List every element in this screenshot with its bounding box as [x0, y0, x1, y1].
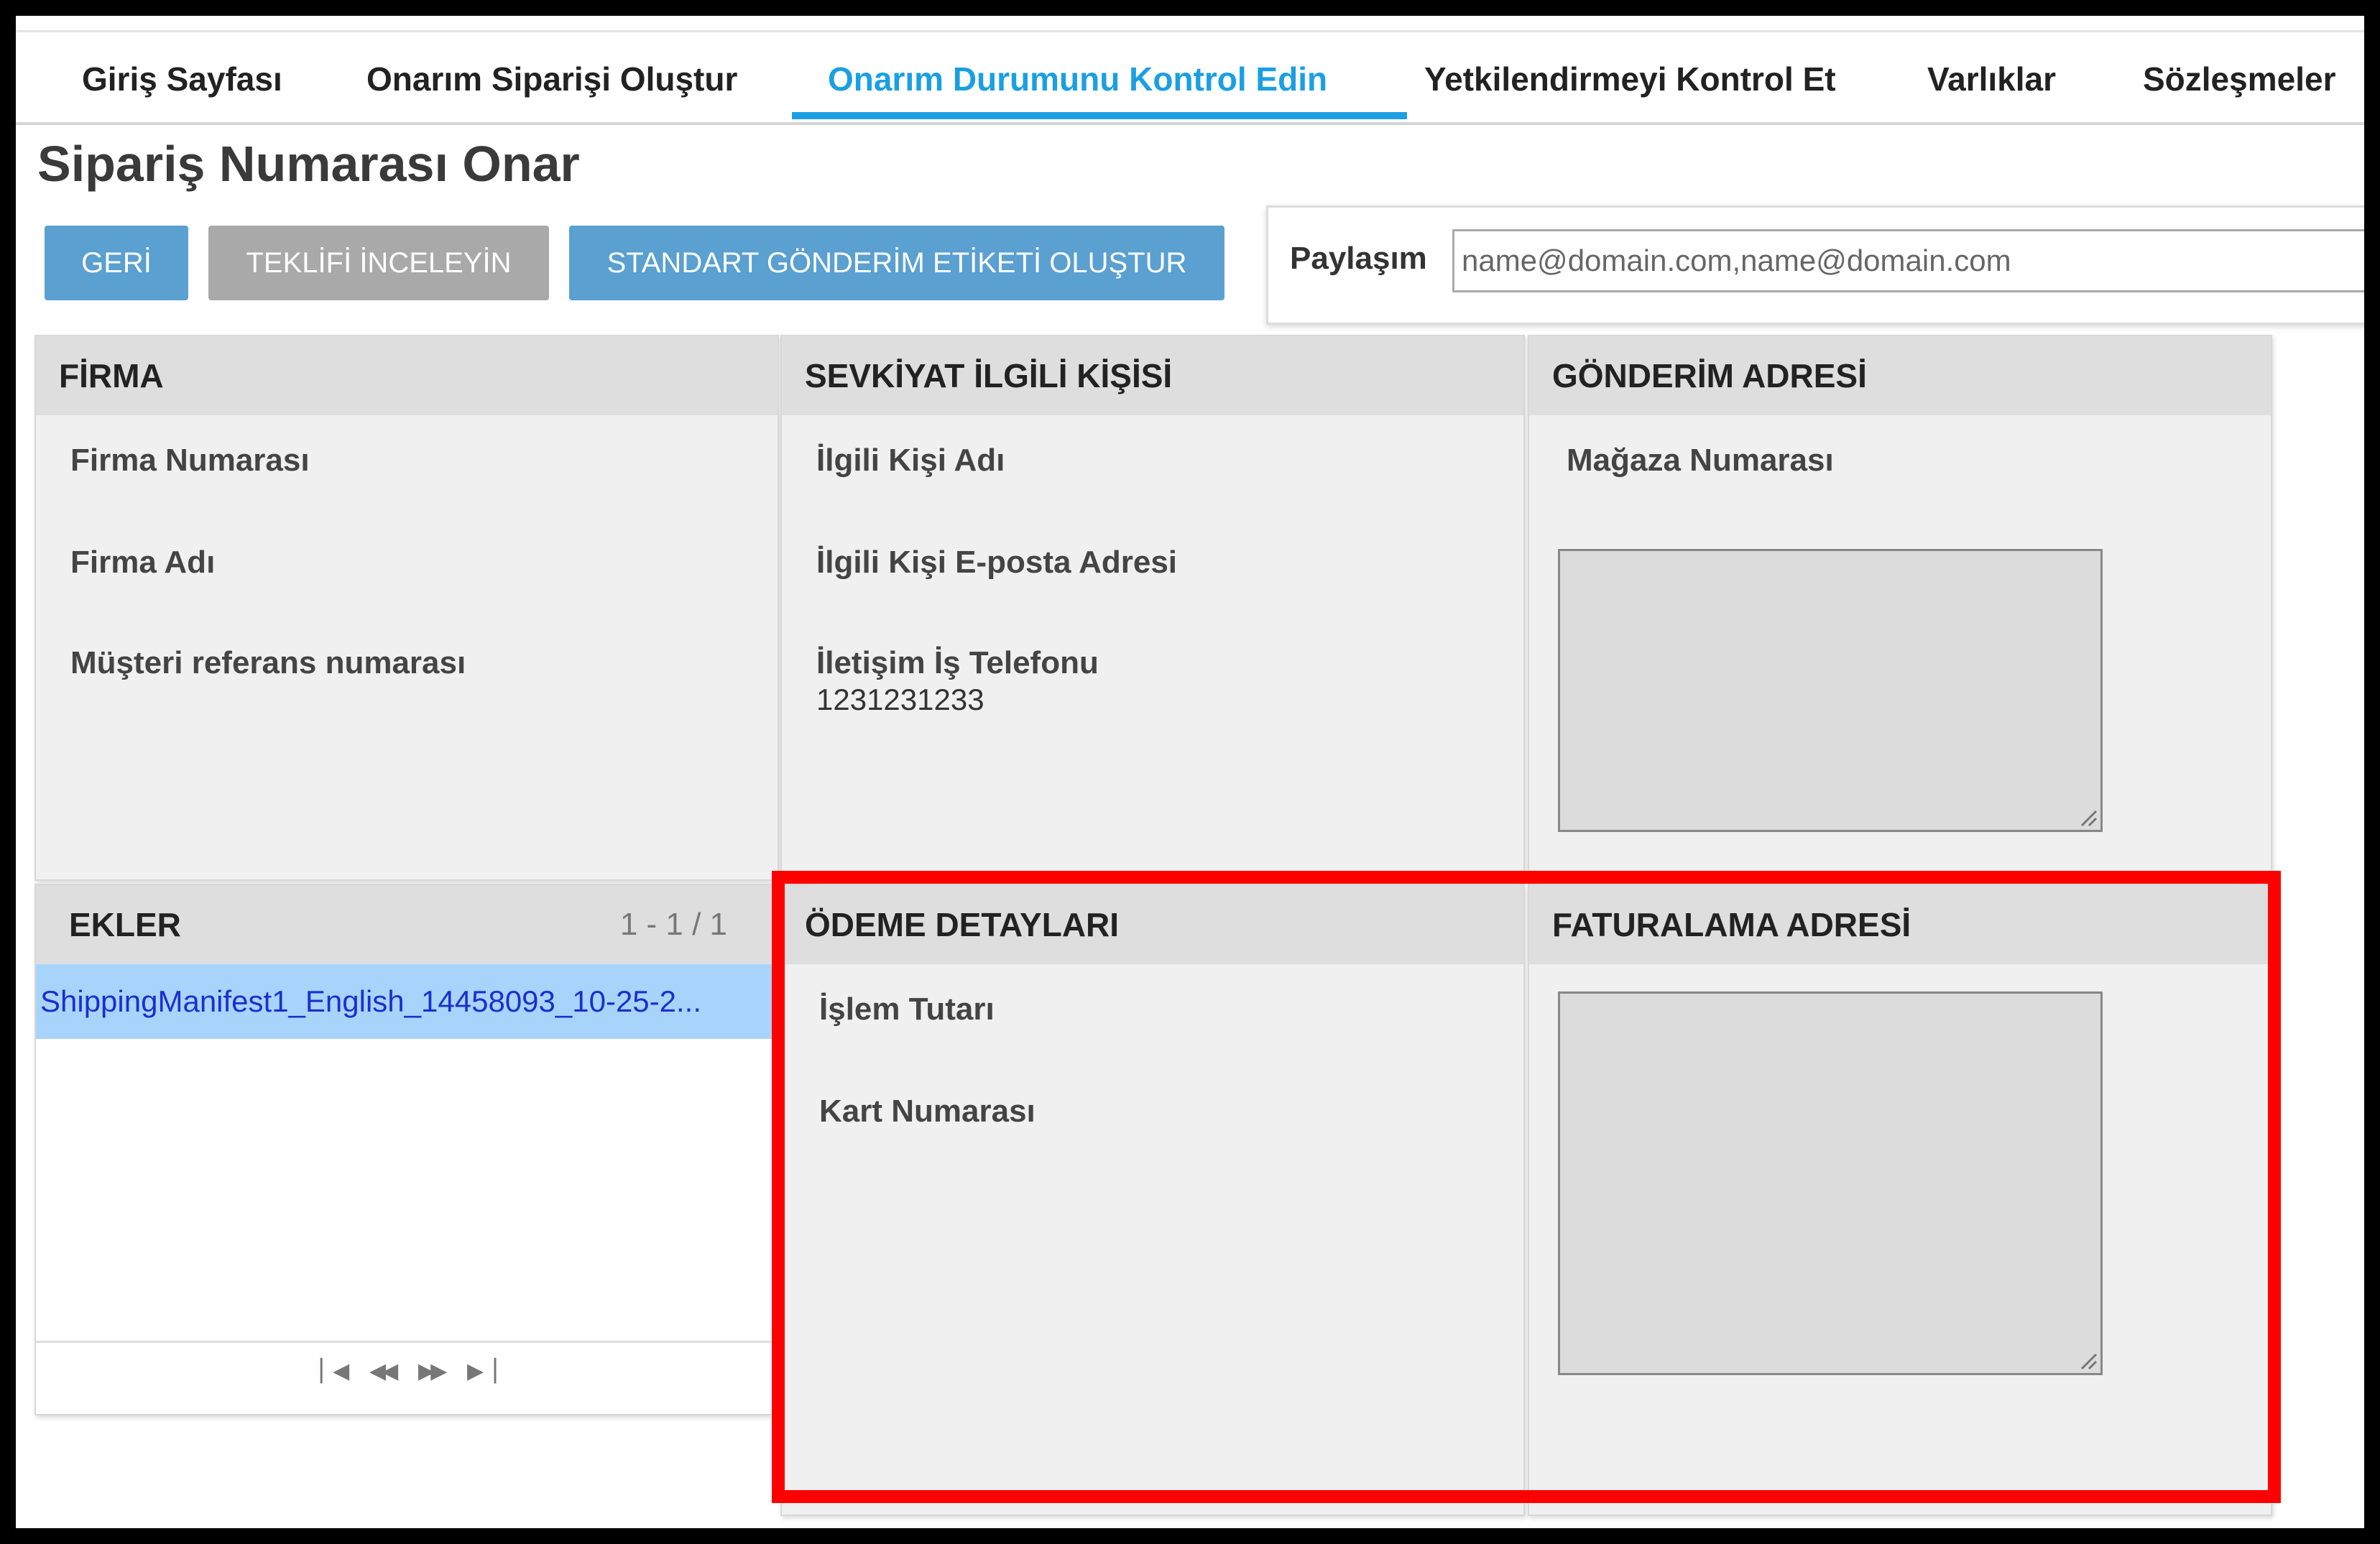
last-page-icon[interactable]: ▶▕ — [467, 1359, 496, 1384]
attachments-header: EKLER 1 - 1 / 1 — [36, 885, 778, 964]
shipping-contact-title: SEVKİYAT İLGİLİ KİŞİSİ — [782, 336, 1523, 415]
share-panel: Paylaşım — [1266, 205, 2364, 325]
contact-name-label: İlgili Kişi Adı — [816, 443, 1005, 478]
company-name-label: Firma Adı — [70, 545, 216, 580]
active-tab-indicator — [792, 112, 1407, 119]
attachments-pager: ▏◀ ◀◀ ▶▶ ▶▕ — [36, 1341, 778, 1405]
first-page-icon[interactable]: ▏◀ — [320, 1359, 349, 1384]
contact-email-label: İlgili Kişi E-posta Adresi — [816, 545, 1178, 580]
contact-phone-value: 1231231233 — [816, 683, 984, 716]
previous-page-icon[interactable]: ◀◀ — [369, 1359, 398, 1384]
review-quote-button[interactable]: TEKLİFİ İNCELEYİN — [208, 226, 549, 300]
shipping-contact-panel: SEVKİYAT İLGİLİ KİŞİSİ İlgili Kişi Adı İ… — [780, 335, 1525, 881]
billing-address-textarea[interactable] — [1558, 991, 2103, 1375]
tab-assets[interactable]: Varlıklar — [1927, 30, 2056, 122]
tab-contracts[interactable]: Sözleşmeler — [2143, 30, 2335, 122]
company-panel: FİRMA Firma Numarası Firma Adı Müşteri r… — [34, 335, 779, 881]
tab-create-repair-order[interactable]: Onarım Siparişi Oluştur — [366, 30, 737, 122]
main-nav: Giriş Sayfası Onarım Siparişi Oluştur On… — [16, 30, 2364, 125]
create-shipping-label-button[interactable]: STANDART GÖNDERİM ETİKETİ OLUŞTUR — [569, 226, 1224, 300]
back-button[interactable]: GERİ — [45, 226, 188, 300]
shipping-address-panel: GÖNDERİM ADRESİ Mağaza Numarası — [1528, 335, 2272, 881]
shipping-address-textarea[interactable] — [1558, 549, 2103, 832]
card-number-label: Kart Numarası — [819, 1094, 1036, 1129]
next-page-icon[interactable]: ▶▶ — [418, 1359, 447, 1384]
share-email-input[interactable] — [1452, 229, 2364, 292]
app-window: Giriş Sayfası Onarım Siparişi Oluştur On… — [16, 16, 2364, 1528]
payment-details-panel: ÖDEME DETAYLARI İşlem Tutarı Kart Numara… — [780, 884, 1525, 1516]
attachment-link[interactable]: ShippingManifest1_English_14458093_10-25… — [36, 964, 778, 1039]
shipping-address-title: GÖNDERİM ADRESİ — [1529, 336, 2271, 415]
company-panel-title: FİRMA — [36, 336, 778, 415]
store-number-label: Mağaza Numarası — [1567, 443, 1834, 478]
billing-address-title: FATURALAMA ADRESİ — [1529, 885, 2271, 964]
payment-details-title: ÖDEME DETAYLARI — [782, 885, 1523, 964]
share-label: Paylaşım — [1290, 241, 1427, 276]
billing-address-panel: FATURALAMA ADRESİ — [1528, 884, 2272, 1516]
transaction-amount-label: İşlem Tutarı — [819, 991, 995, 1027]
tab-check-authorization[interactable]: Yetkilendirmeyi Kontrol Et — [1424, 30, 1836, 122]
attachments-title: EKLER — [69, 906, 181, 943]
customer-reference-label: Müşteri referans numarası — [70, 645, 466, 680]
tab-check-repair-status[interactable]: Onarım Durumunu Kontrol Edin — [828, 30, 1327, 122]
resize-handle-icon[interactable] — [2079, 808, 2098, 827]
tab-home[interactable]: Giriş Sayfası — [82, 30, 282, 122]
contact-phone-label: İletişim İş Telefonu — [816, 645, 1099, 680]
page-title: Sipariş Numarası Onar — [37, 136, 580, 192]
resize-handle-icon[interactable] — [2079, 1351, 2098, 1370]
company-number-label: Firma Numarası — [70, 443, 310, 478]
attachments-count: 1 - 1 / 1 — [619, 907, 727, 942]
attachments-panel: EKLER 1 - 1 / 1 ShippingManifest1_Englis… — [34, 884, 779, 1415]
